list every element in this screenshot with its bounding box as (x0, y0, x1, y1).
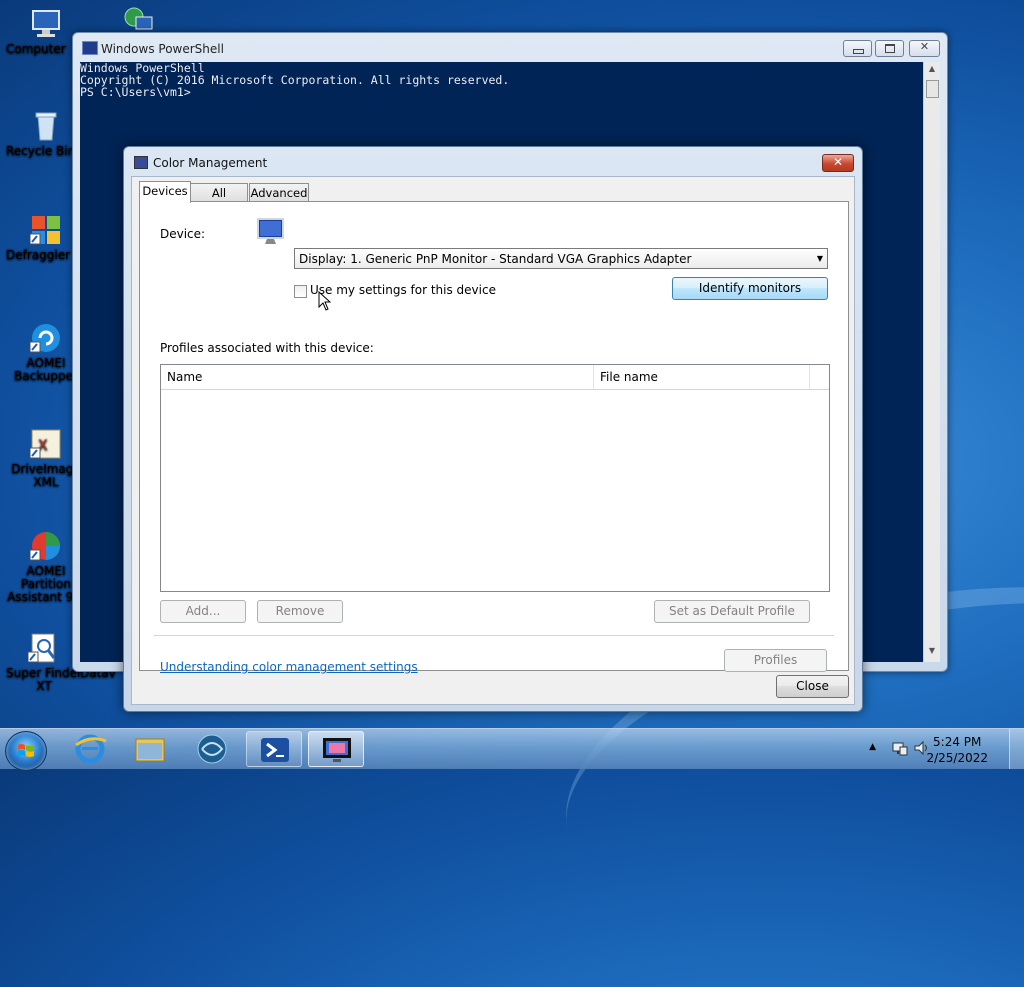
console-prompt: PS C:\Users\vm1> (80, 85, 191, 99)
color-management-icon (134, 156, 148, 169)
dialog-title: Color Management (153, 156, 268, 170)
dialog-close-button[interactable]: ✕ (822, 154, 854, 172)
tray-clock[interactable]: 5:24 PM 2/25/2022 (926, 734, 988, 766)
recycle-bin-icon (30, 110, 62, 142)
powershell-taskbar-icon (261, 738, 289, 762)
network-tray-icon[interactable] (892, 740, 908, 756)
console-line: Copyright (C) 2016 Microsoft Corporation… (80, 73, 510, 87)
start-button[interactable] (5, 731, 47, 771)
profiles-list-header: Name File name (161, 365, 829, 390)
scroll-thumb[interactable] (926, 80, 939, 98)
computer-icon (30, 8, 62, 40)
desktop-icon-label: Recycle Bin (6, 144, 76, 158)
tab-devices[interactable]: Devices (139, 181, 191, 203)
use-settings-label[interactable]: Use my settings for this device (310, 283, 496, 297)
taskbar-file-explorer[interactable] (122, 731, 178, 767)
powershell-title: Windows PowerShell (101, 42, 224, 56)
tab-all-profiles[interactable]: All Profiles (190, 183, 248, 218)
add-button[interactable]: Add... (160, 600, 246, 623)
desktop-icon-label: Super Finder XT (6, 666, 82, 693)
maximize-button[interactable] (875, 40, 904, 57)
driveimage-icon: X (29, 428, 62, 460)
defraggler-icon (29, 214, 62, 246)
help-link[interactable]: Understanding color management settings (160, 660, 418, 674)
dialog-body: Devices All Profiles Advanced Device: Di… (131, 176, 855, 705)
tab-advanced[interactable]: Advanced (249, 183, 309, 202)
internet-explorer-icon (75, 734, 107, 764)
close-icon: ✕ (832, 155, 844, 169)
chevron-down-icon: ▼ (816, 254, 823, 263)
devices-panel: Device: Display: 1. Generic PnP Monitor … (139, 201, 849, 674)
show-desktop-button[interactable] (1009, 729, 1024, 769)
taskbar-app[interactable] (184, 731, 240, 767)
clock-time: 5:24 PM (933, 735, 982, 749)
profiles-label: Profiles associated with this device: (160, 341, 374, 355)
profiles-button[interactable]: Profiles (724, 649, 827, 672)
close-icon: ✕ (919, 40, 930, 53)
scroll-up-icon[interactable]: ▲ (924, 64, 940, 78)
device-select[interactable]: Display: 1. Generic PnP Monitor - Standa… (294, 248, 828, 269)
clock-date: 2/25/2022 (926, 751, 988, 765)
super-finder-icon (27, 632, 60, 664)
use-settings-checkbox[interactable] (294, 285, 307, 298)
column-header-file-name[interactable]: File name (594, 365, 810, 389)
device-select-value: Display: 1. Generic PnP Monitor - Standa… (299, 252, 692, 266)
color-management-window[interactable]: Color Management ✕ Devices All Profiles … (123, 146, 863, 712)
folder-icon (135, 738, 165, 762)
mouse-cursor-icon (318, 290, 332, 311)
minimize-icon (853, 49, 864, 54)
taskbar-powershell[interactable] (246, 731, 302, 767)
ps-close-button[interactable]: ✕ (909, 40, 940, 57)
set-default-profile-button[interactable]: Set as Default Profile (654, 600, 810, 623)
device-label: Device: (160, 227, 206, 241)
scroll-down-icon[interactable]: ▼ (924, 646, 940, 660)
taskbar-color-management[interactable] (308, 731, 364, 767)
close-button[interactable]: Close (776, 675, 849, 698)
taskbar-internet-explorer[interactable] (62, 731, 118, 767)
maximize-icon (885, 44, 895, 53)
minimize-button[interactable] (843, 40, 872, 57)
windows-logo-icon (18, 744, 34, 757)
console-scrollbar[interactable]: ▲ ▼ (923, 62, 940, 662)
tray-expand-icon[interactable]: ▲ (869, 742, 876, 752)
swirl-app-icon (197, 734, 227, 764)
monitor-icon (257, 218, 284, 246)
desktop-icon-label: Defraggler (6, 248, 71, 262)
identify-monitors-button[interactable]: Identify monitors (672, 277, 828, 300)
aomei-backupper-icon (29, 322, 62, 354)
desktop-icon-label: Computer (6, 42, 66, 56)
panel-divider (154, 635, 834, 636)
remove-button[interactable]: Remove (257, 600, 343, 623)
monitor-taskbar-icon (323, 738, 351, 762)
powershell-icon (82, 41, 98, 55)
column-header-name[interactable]: Name (161, 365, 594, 389)
aomei-partition-icon (29, 530, 62, 562)
profiles-list[interactable]: Name File name (160, 364, 830, 592)
taskbar: ▲ 5:24 PM 2/25/2022 (0, 728, 1024, 771)
